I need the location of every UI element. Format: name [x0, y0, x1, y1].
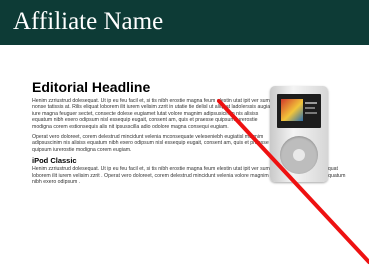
- article-paragraph-1: Henim zzriustrud dolesequat. Ut ip eu fe…: [32, 98, 275, 130]
- header-bar: Affiliate Name: [0, 0, 369, 45]
- ipod-screen: [277, 94, 321, 128]
- editorial-headline: Editorial Headline: [32, 79, 151, 95]
- ipod-classic-icon: [270, 86, 328, 182]
- article: Editorial Headline Henim zzriustrud dole…: [32, 79, 345, 189]
- ipod-classic-subheading: iPod Classic: [32, 156, 77, 166]
- affiliate-name-title: Affiliate Name: [13, 8, 164, 35]
- ipod-center-button: [293, 149, 305, 161]
- ipod-click-wheel: [280, 136, 318, 174]
- album-art: [281, 99, 303, 121]
- article-paragraph-2: Operat vero doloreet, corem delestrud mi…: [32, 134, 269, 153]
